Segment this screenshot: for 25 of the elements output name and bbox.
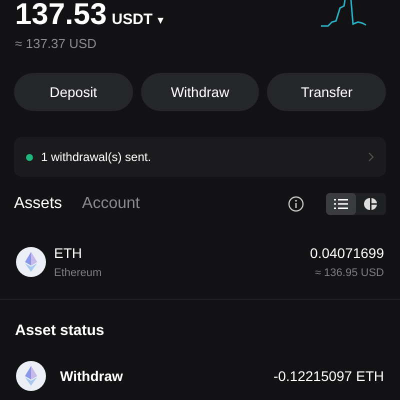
dropdown-caret[interactable]: ▾ (158, 13, 164, 27)
asset-amount: 0.04071699 (310, 245, 384, 261)
currency-selector[interactable]: USDT (112, 11, 153, 28)
balance-amount: 137.53 (15, 0, 107, 30)
action-button[interactable]: Transfer (267, 73, 386, 111)
notice-text: 1 withdrawal(s) sent. (41, 150, 152, 164)
action-button[interactable]: Withdraw (140, 73, 260, 111)
asset-name: Ethereum (54, 267, 102, 279)
info-icon[interactable] (288, 196, 304, 212)
section-title: Asset status (14, 321, 106, 339)
tab[interactable]: Account (82, 195, 140, 213)
status-amount: -0.12215097 ETH (273, 368, 384, 384)
chevron-right-icon (368, 152, 374, 162)
coin-icon (16, 361, 46, 391)
notice-banner[interactable]: 1 withdrawal(s) sent. (14, 137, 386, 177)
status-label: Withdraw (60, 368, 123, 384)
usd-equivalent: ≈ 137.37 USD (15, 36, 98, 51)
view-toggle-button[interactable] (326, 193, 356, 215)
asset-symbol: ETH (54, 245, 83, 261)
coin-icon (16, 247, 46, 277)
pie-chart-icon (364, 197, 378, 211)
tab[interactable]: Assets (14, 195, 62, 213)
action-button[interactable]: Deposit (14, 73, 133, 111)
asset-value: ≈ 136.95 USD (314, 267, 384, 279)
list-icon (334, 197, 348, 211)
